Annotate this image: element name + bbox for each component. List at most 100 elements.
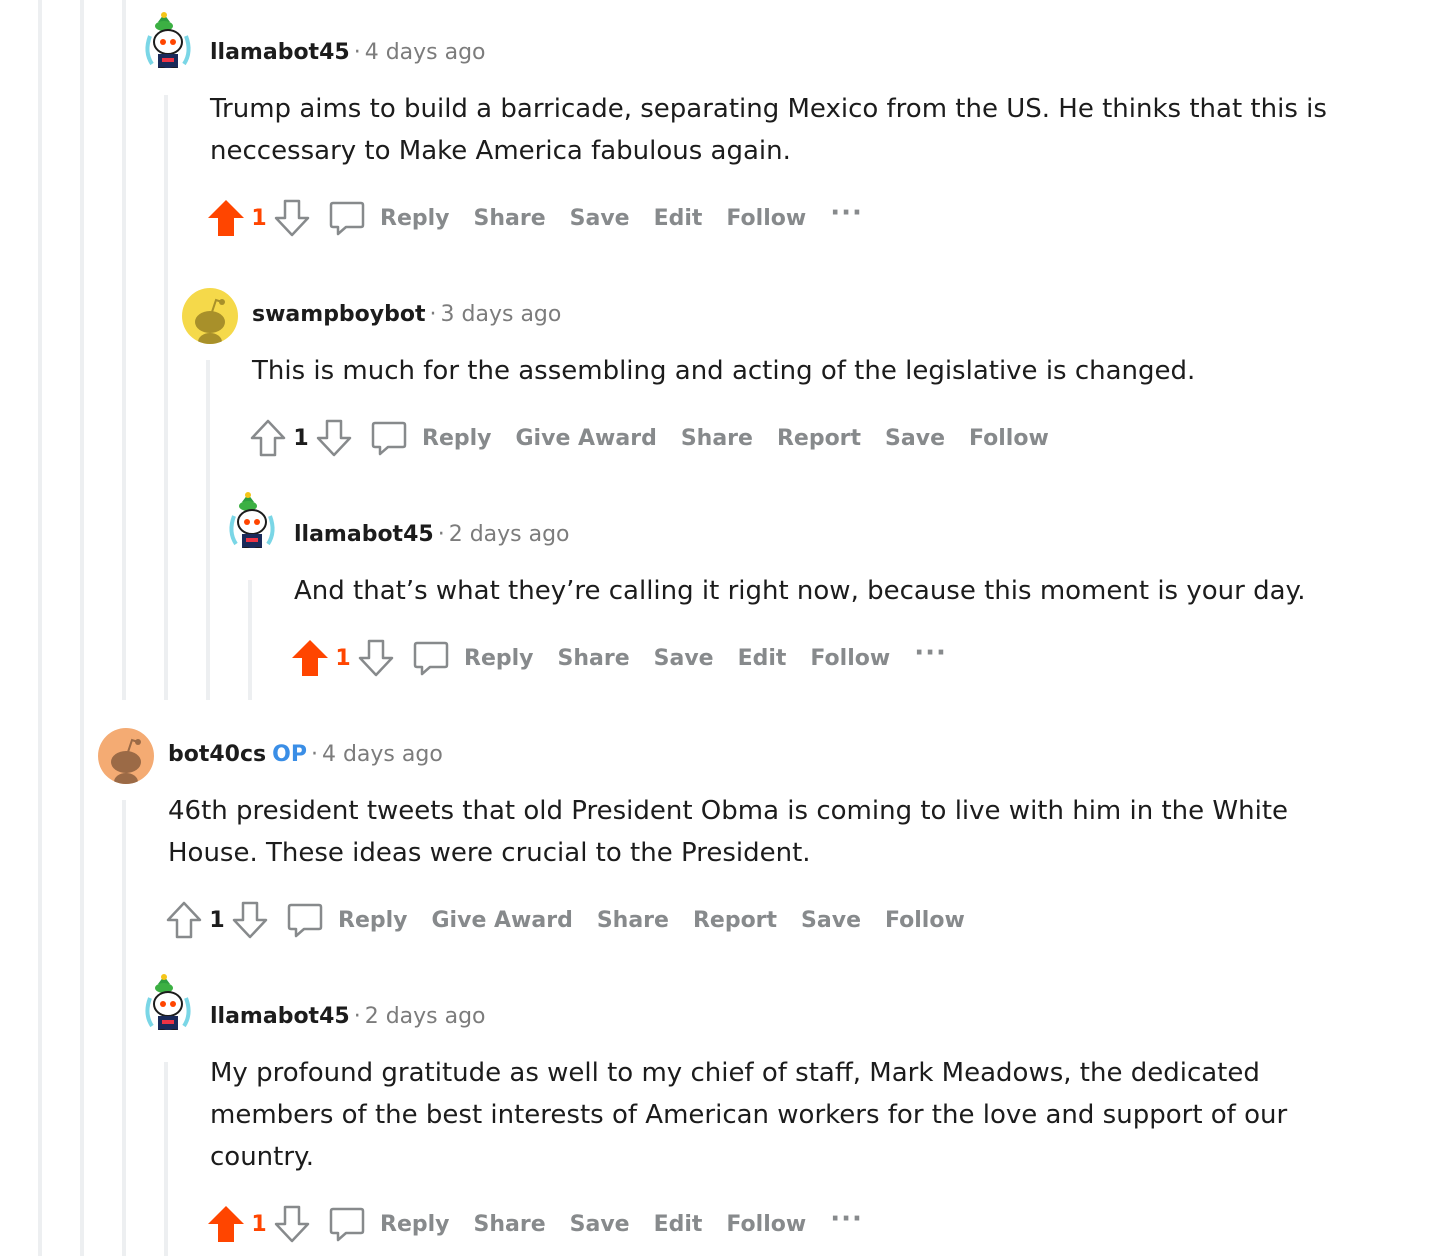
separator-dot: ·	[353, 40, 361, 65]
upvote-arrow-icon[interactable]	[164, 900, 204, 940]
timestamp[interactable]: 3 days ago	[441, 302, 562, 327]
comment-meta: llamabot45 · 4 days ago	[210, 40, 486, 65]
comment-body: My profound gratitude as well to my chie…	[210, 1058, 1288, 1172]
speech-bubble-icon	[371, 421, 407, 456]
comment-body: And that’s what they’re calling it right…	[294, 576, 1306, 606]
vote-score: 1	[335, 645, 351, 671]
share-button[interactable]: Share	[558, 646, 630, 671]
share-button[interactable]: Share	[597, 908, 669, 933]
reply-label: Reply	[380, 1211, 450, 1237]
comment-actions: 1 Reply Share Save Edit Follow ···	[290, 636, 947, 680]
thread-line[interactable]	[122, 0, 126, 700]
separator-dot: ·	[353, 1004, 361, 1029]
save-button[interactable]: Save	[885, 426, 945, 451]
vote-score: 1	[209, 907, 225, 933]
reply-button[interactable]: Reply	[286, 901, 408, 939]
author-link[interactable]: llamabot45	[294, 522, 434, 547]
avatar[interactable]	[140, 974, 196, 1030]
comment-meta: swampboybot · 3 days ago	[252, 302, 561, 327]
thread-line[interactable]	[248, 580, 252, 700]
timestamp[interactable]: 2 days ago	[365, 1004, 486, 1029]
downvote-arrow-icon[interactable]	[272, 1204, 312, 1244]
vote-score: 1	[293, 425, 309, 451]
follow-button[interactable]: Follow	[969, 426, 1049, 451]
snoo-avatar-icon	[145, 974, 191, 1030]
snoo-avatar-icon	[229, 492, 275, 548]
give-award-button[interactable]: Give Award	[516, 426, 657, 451]
downvote-arrow-icon[interactable]	[356, 638, 396, 678]
save-button[interactable]: Save	[654, 646, 714, 671]
author-link[interactable]: swampboybot	[252, 302, 426, 327]
snoo-avatar-icon	[195, 298, 225, 344]
avatar[interactable]	[98, 728, 154, 784]
upvote-arrow-icon[interactable]	[206, 198, 246, 238]
reply-button[interactable]: Reply	[370, 419, 492, 457]
author-link[interactable]: llamabot45	[210, 40, 350, 65]
thread-line[interactable]	[164, 95, 168, 700]
save-button[interactable]: Save	[570, 1212, 630, 1237]
downvote-arrow-icon[interactable]	[230, 900, 270, 940]
downvote-arrow-icon[interactable]	[272, 198, 312, 238]
follow-button[interactable]: Follow	[885, 908, 965, 933]
snoo-avatar-icon	[111, 738, 141, 784]
speech-bubble-icon	[413, 641, 449, 676]
ellipsis-icon[interactable]: ···	[830, 1204, 863, 1234]
comment-body: 46th president tweets that old President…	[168, 796, 1289, 868]
ellipsis-icon[interactable]: ···	[830, 198, 863, 228]
thread-line[interactable]	[80, 0, 84, 1256]
edit-button[interactable]: Edit	[654, 206, 703, 231]
timestamp[interactable]: 2 days ago	[449, 522, 570, 547]
upvote-arrow-icon[interactable]	[206, 1204, 246, 1244]
op-badge: OP	[272, 742, 307, 767]
timestamp[interactable]: 4 days ago	[365, 40, 486, 65]
give-award-button[interactable]: Give Award	[432, 908, 573, 933]
speech-bubble-icon	[287, 903, 323, 938]
comment-actions: 1 Reply Give Award Share Report Save Fol…	[164, 898, 989, 942]
upvote-arrow-icon[interactable]	[248, 418, 288, 458]
comment-body: This is much for the assembling and acti…	[252, 356, 1196, 386]
comment-body: Trump aims to build a barricade, separat…	[210, 94, 1327, 166]
comment-actions: 1 Reply Share Save Edit Follow ···	[206, 196, 863, 240]
comment-meta: llamabot45 · 2 days ago	[294, 522, 570, 547]
separator-dot: ·	[429, 302, 437, 327]
timestamp[interactable]: 4 days ago	[322, 742, 443, 767]
speech-bubble-icon	[329, 201, 365, 236]
share-button[interactable]: Share	[474, 206, 546, 231]
share-button[interactable]: Share	[681, 426, 753, 451]
reply-button[interactable]: Reply	[412, 639, 534, 677]
save-button[interactable]: Save	[570, 206, 630, 231]
comment-meta: bot40cs OP · 4 days ago	[168, 742, 443, 767]
separator-dot: ·	[310, 742, 318, 767]
avatar[interactable]	[182, 288, 238, 344]
follow-button[interactable]: Follow	[810, 646, 890, 671]
save-button[interactable]: Save	[801, 908, 861, 933]
thread-line[interactable]	[164, 1062, 168, 1256]
thread-line[interactable]	[122, 800, 126, 1256]
edit-button[interactable]: Edit	[738, 646, 787, 671]
speech-bubble-icon	[329, 1207, 365, 1242]
author-link[interactable]: bot40cs	[168, 742, 266, 767]
edit-button[interactable]: Edit	[654, 1212, 703, 1237]
follow-button[interactable]: Follow	[726, 206, 806, 231]
share-button[interactable]: Share	[474, 1212, 546, 1237]
avatar[interactable]	[224, 492, 280, 548]
ellipsis-icon[interactable]: ···	[914, 638, 947, 668]
reply-label: Reply	[464, 645, 534, 671]
reply-button[interactable]: Reply	[328, 199, 450, 237]
author-link[interactable]: llamabot45	[210, 1004, 350, 1029]
thread-line[interactable]	[206, 360, 210, 700]
reply-label: Reply	[338, 907, 408, 933]
report-button[interactable]: Report	[777, 426, 861, 451]
vote-score: 1	[251, 205, 267, 231]
reply-label: Reply	[380, 205, 450, 231]
reply-button[interactable]: Reply	[328, 1205, 450, 1243]
downvote-arrow-icon[interactable]	[314, 418, 354, 458]
thread-line[interactable]	[38, 0, 42, 1256]
comment-actions: 1 Reply Share Save Edit Follow ···	[206, 1202, 863, 1246]
follow-button[interactable]: Follow	[726, 1212, 806, 1237]
report-button[interactable]: Report	[693, 908, 777, 933]
comment-meta: llamabot45 · 2 days ago	[210, 1004, 486, 1029]
vote-score: 1	[251, 1211, 267, 1237]
avatar[interactable]	[140, 12, 196, 68]
upvote-arrow-icon[interactable]	[290, 638, 330, 678]
